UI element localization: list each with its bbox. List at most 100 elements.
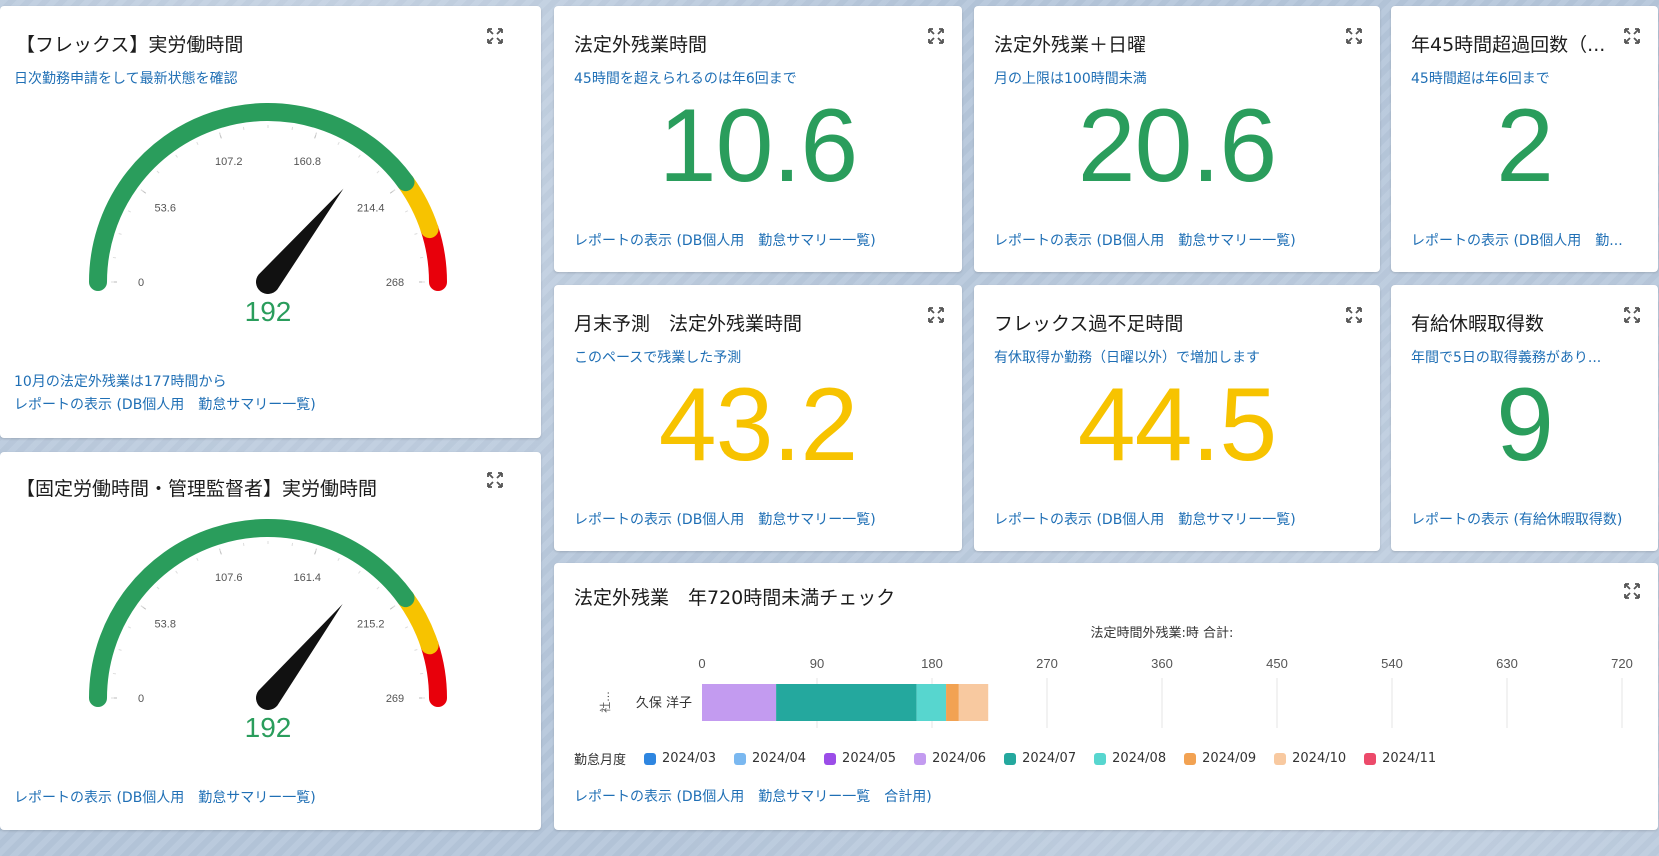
legend-label: 2024/03 [662, 751, 717, 766]
report-link[interactable]: レポートの表示 (DB個人用 勤怠サマリー一覧) [14, 787, 316, 807]
gauge-tick-label: 161.4 [293, 572, 321, 584]
gauge-minor-tick [196, 557, 199, 562]
gauge-chart: 0 53.8 107.6 161.4 215.2 269 [89, 519, 447, 710]
legend-item[interactable]: 2024/09 [1184, 751, 1256, 766]
gauge-tick-label: 53.6 [155, 202, 176, 214]
gauge-tick-label: 160.8 [293, 156, 321, 168]
legend-swatch [734, 752, 747, 765]
legend-label: 2024/05 [842, 751, 897, 766]
gauge-minor-tick [196, 141, 199, 146]
legend-item[interactable]: 2024/11 [1364, 751, 1436, 766]
legend-item[interactable]: 2024/10 [1274, 751, 1346, 766]
x-tick-label: 540 [1381, 656, 1403, 671]
legend-swatch [1004, 752, 1017, 765]
metric-card: 有給休暇取得数 年間で5日の取得義務があり... 9 レポートの表示 (有給休暇… [1391, 285, 1658, 551]
gauge-minor-tick [414, 233, 418, 235]
gauge-minor-tick [219, 132, 221, 136]
card-title: 法定外残業＋日曜 [994, 34, 1147, 56]
report-link[interactable]: レポートの表示 (DB個人用 勤怠サマリー一覧) [994, 230, 1296, 250]
gauge-band-green [89, 519, 415, 707]
gauge-minor-tick [376, 586, 380, 590]
expand-icon[interactable] [1622, 26, 1642, 46]
gauge-minor-tick [392, 605, 396, 608]
bar-segment[interactable] [916, 684, 947, 721]
legend-swatch [914, 752, 927, 765]
gauge-tick-label: 107.6 [215, 572, 243, 584]
x-tick-label: 630 [1496, 656, 1518, 671]
metric-value: 2 [1496, 88, 1554, 204]
gauge-minor-tick [127, 210, 132, 213]
gauge-card-fixed: 【固定労働時間・管理監督者】実労働時間 0 53.8 107.6 161.4 215.2… [0, 452, 541, 830]
report-link[interactable]: レポートの表示 (DB個人用 勤怠サマリー一覧) [574, 230, 876, 250]
report-link[interactable]: レポートの表示 (DB個人用 勤怠サマリー一覧 合計用) [574, 786, 932, 806]
expand-icon[interactable] [1622, 305, 1642, 325]
gauge-card-flex: 【フレックス】実労働時間 日次勤務申請をして最新状態を確認 0 53.6 107.2… [0, 6, 541, 438]
gauge-tick-label: 215.2 [357, 618, 385, 630]
card-title: 年45時間超過回数（... [1411, 34, 1606, 56]
report-link[interactable]: レポートの表示 (有給休暇取得数) [1411, 509, 1622, 529]
chart-legend: 勤怠月度 2024/03 2024/04 2024/05 2024/06 2024/07… [574, 749, 1454, 768]
gauge-minor-tick [404, 210, 409, 213]
card-title: 法定外残業時間 [574, 34, 708, 56]
category-label: 久保 洋子 [636, 696, 692, 711]
bar-segment[interactable] [702, 684, 777, 721]
gauge-minor-tick [404, 626, 409, 629]
expand-icon[interactable] [1344, 305, 1364, 325]
gauge-minor-tick [156, 586, 160, 590]
gauge-minor-tick [337, 141, 340, 146]
legend-label: 2024/10 [1292, 751, 1347, 766]
metric-value: 43.2 [658, 367, 858, 483]
expand-icon[interactable] [1622, 581, 1642, 601]
report-link[interactable]: レポートの表示 (DB個人用 勤怠サマリー一覧) [14, 394, 316, 414]
metric-value: 20.6 [1077, 88, 1277, 204]
metric-card: 法定外残業時間 45時間を超えられるのは年6回まで 10.6 レポートの表示 (… [554, 6, 962, 272]
metric-card: 月末予測 法定外残業時間 このペースで残業した予測 43.2 レポートの表示 (… [554, 285, 962, 551]
legend-item[interactable]: 2024/05 [824, 751, 896, 766]
legend-item[interactable]: 2024/08 [1094, 751, 1166, 766]
gauge-minor-tick [358, 570, 361, 574]
gauge-minor-tick [156, 170, 160, 174]
gauge-tick-label: 53.8 [155, 618, 176, 630]
card-subtitle: このペースで残業した予測 [574, 350, 742, 366]
x-tick-label: 720 [1611, 656, 1633, 671]
legend-item[interactable]: 2024/04 [734, 751, 806, 766]
gauge-value: 192 [244, 296, 292, 327]
metric-value: 9 [1496, 367, 1554, 483]
legend-item[interactable]: 2024/06 [914, 751, 986, 766]
legend-item[interactable]: 2024/07 [1004, 751, 1076, 766]
card-title: 月末予測 法定外残業時間 [574, 313, 803, 335]
gauge-minor-tick [118, 649, 122, 651]
legend-swatch [1274, 752, 1287, 765]
legend-swatch [1184, 752, 1197, 765]
bar-segment[interactable] [958, 684, 989, 721]
gauge-minor-tick [376, 170, 380, 174]
report-link[interactable]: レポートの表示 (DB個人用 勤... [1411, 230, 1623, 250]
legend-item[interactable]: 2024/03 [644, 751, 716, 766]
x-tick-label: 450 [1266, 656, 1288, 671]
metric-card: 年45時間超過回数（... 45時間超は年6回まで 2 レポートの表示 (DB個… [1391, 6, 1658, 272]
gauge-minor-tick [140, 605, 144, 608]
legend-swatch [1364, 752, 1377, 765]
expand-icon[interactable] [926, 26, 946, 46]
legend-swatch [824, 752, 837, 765]
bar-segment[interactable] [776, 684, 917, 721]
gauge-tick-label: 0 [138, 277, 144, 289]
report-link[interactable]: レポートの表示 (DB個人用 勤怠サマリー一覧) [574, 509, 876, 529]
legend-items: 2024/03 2024/04 2024/05 2024/06 2024/07 2024/… [644, 751, 1454, 766]
report-link[interactable]: レポートの表示 (DB個人用 勤怠サマリー一覧) [994, 509, 1296, 529]
gauge-minor-tick [337, 557, 340, 562]
gauge-minor-tick [414, 649, 418, 651]
gauge-minor-tick [118, 233, 122, 235]
card-subtitle: 有休取得か勤務（日曜以外）で増加します [994, 350, 1260, 366]
legend-label: 2024/07 [1022, 751, 1077, 766]
card-title: フレックス過不足時間 [994, 313, 1184, 335]
expand-icon[interactable] [1344, 26, 1364, 46]
expand-icon[interactable] [926, 305, 946, 325]
x-tick-label: 180 [921, 656, 943, 671]
metric-card: 法定外残業＋日曜 月の上限は100時間未満 20.6 レポートの表示 (DB個人… [974, 6, 1380, 272]
x-tick-label: 270 [1036, 656, 1058, 671]
bar-segment[interactable] [946, 684, 959, 721]
gauge-tick-label: 0 [138, 693, 144, 705]
card-subtitle: 45時間超は年6回まで [1411, 71, 1550, 87]
x-tick-label: 0 [698, 656, 705, 671]
